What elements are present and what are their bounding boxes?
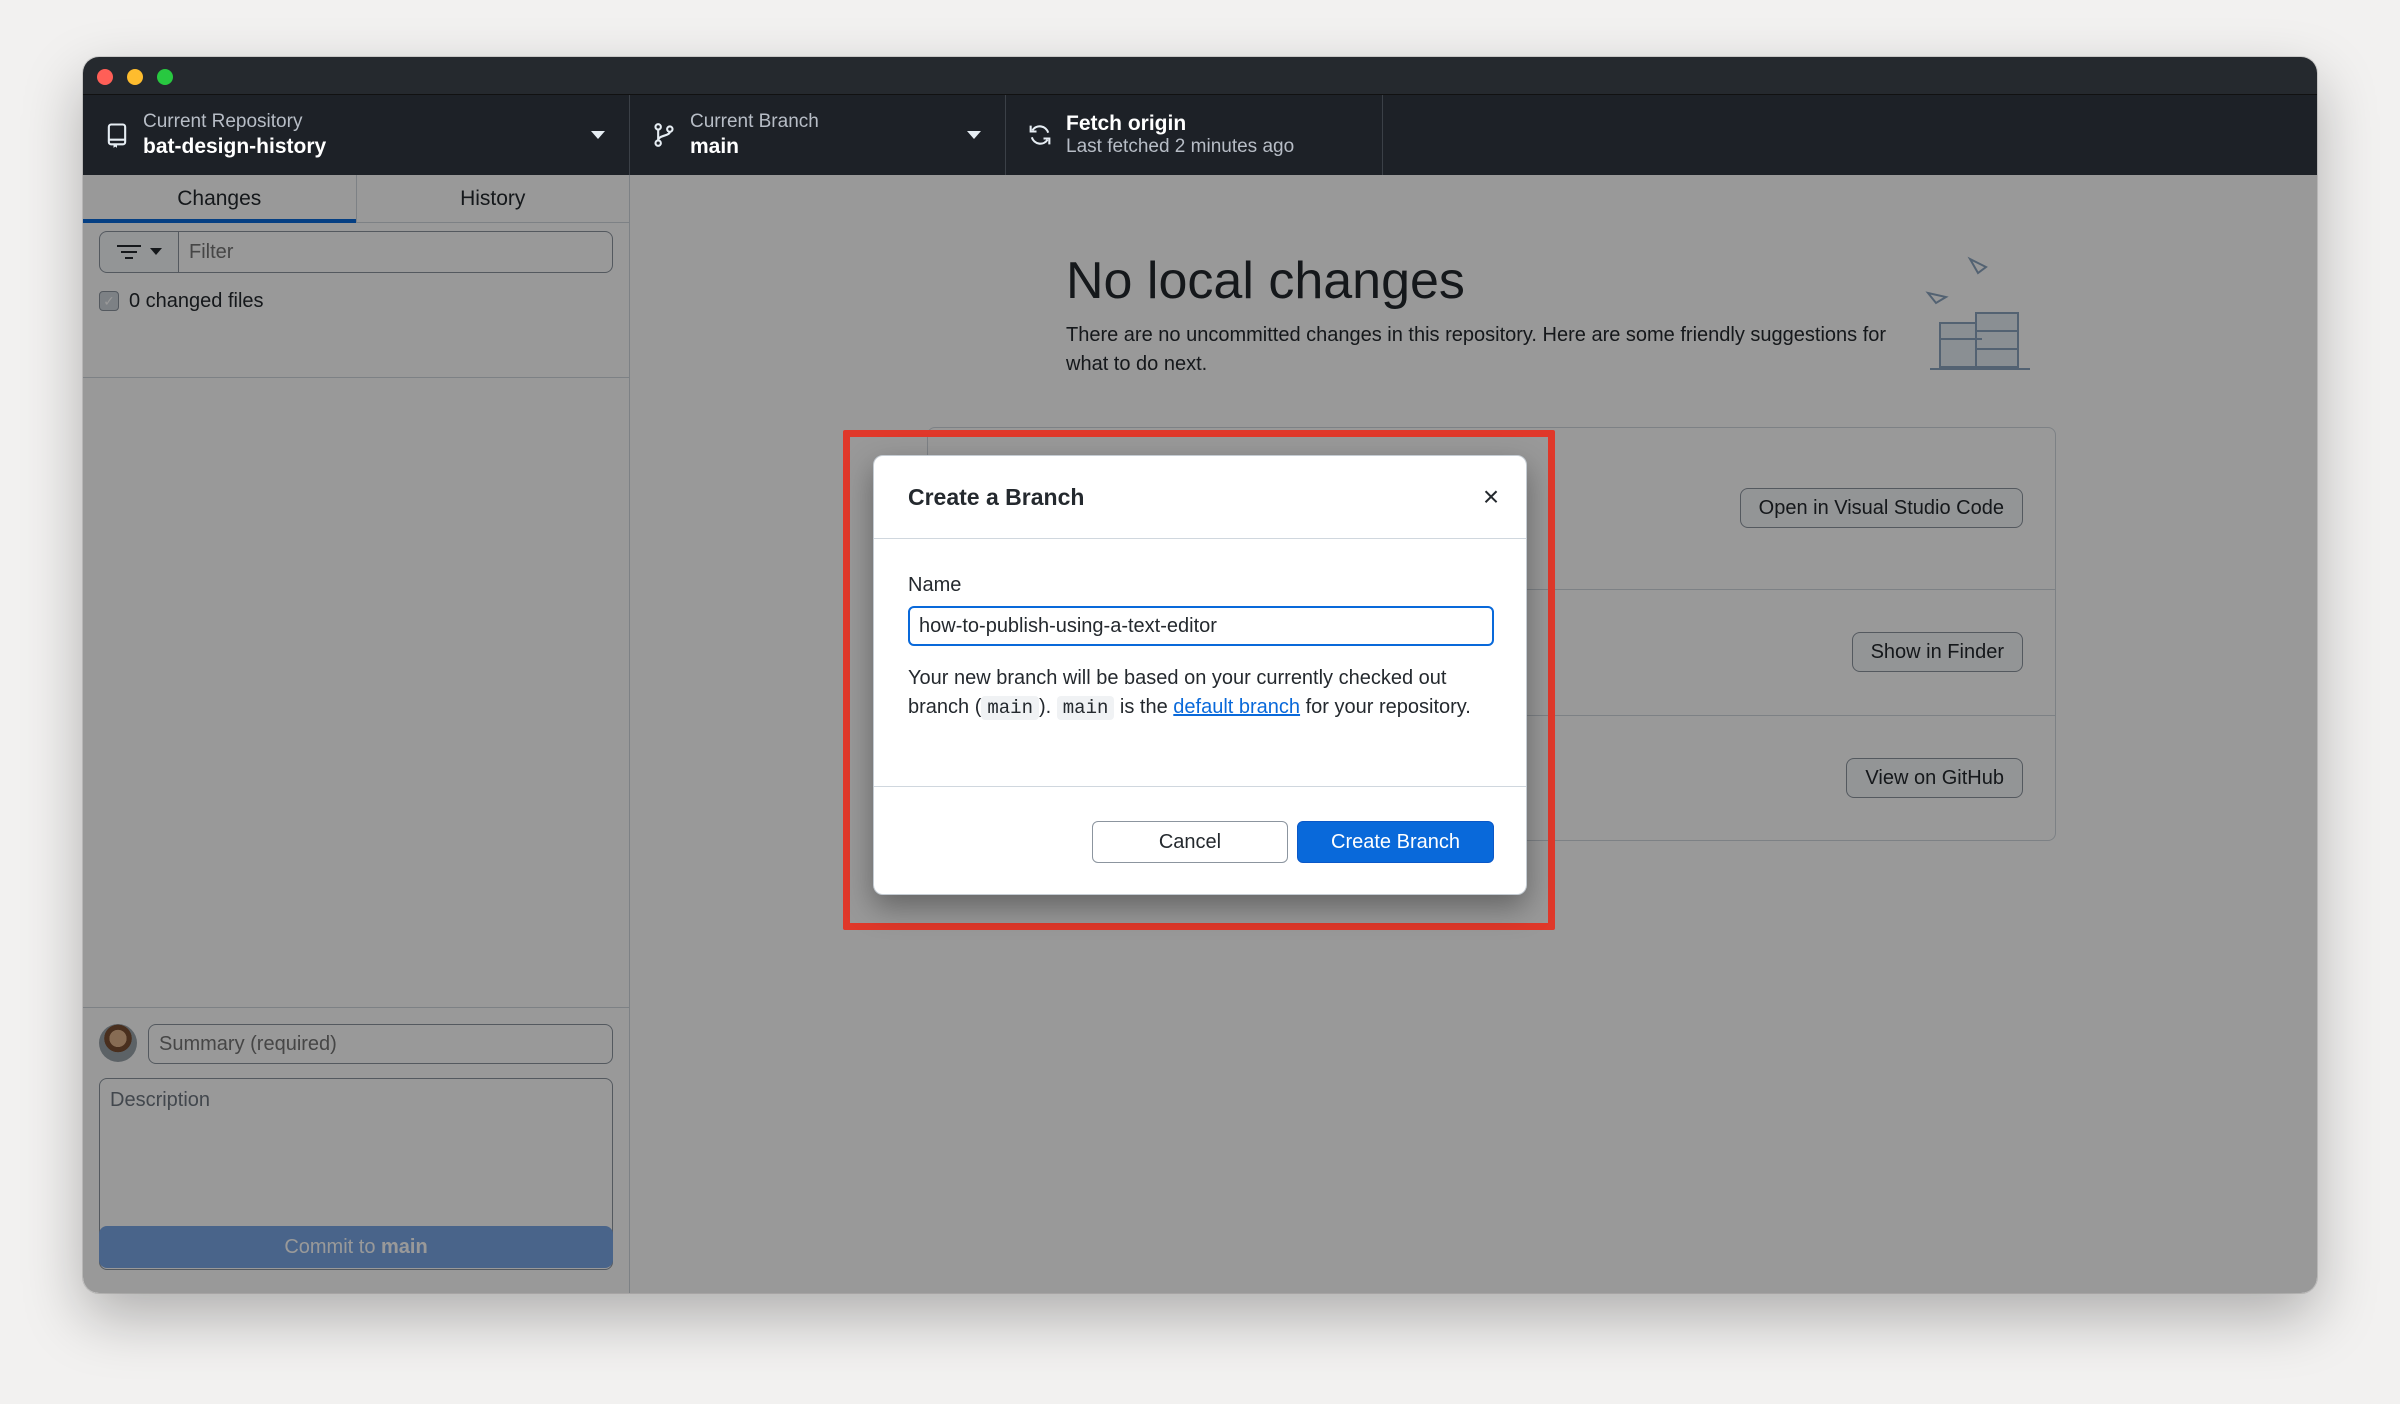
zoom-window-button[interactable] bbox=[157, 69, 173, 85]
current-branch-button[interactable]: Current Branch main bbox=[630, 95, 1006, 175]
current-branch-label: Current Branch bbox=[690, 111, 819, 132]
fetch-origin-button[interactable]: Fetch origin Last fetched 2 minutes ago bbox=[1006, 95, 1383, 175]
current-branch-value: main bbox=[690, 134, 740, 158]
chevron-down-icon bbox=[967, 131, 981, 139]
create-branch-dialog: Create a Branch × Name Your new branch w… bbox=[873, 455, 1527, 895]
repo-icon bbox=[107, 123, 127, 148]
close-window-button[interactable] bbox=[97, 69, 113, 85]
fetch-origin-label: Fetch origin bbox=[1066, 112, 1187, 135]
dialog-header: Create a Branch × bbox=[874, 456, 1526, 539]
dialog-title: Create a Branch bbox=[908, 484, 1085, 510]
branch-icon bbox=[654, 123, 674, 147]
sync-icon bbox=[1029, 125, 1051, 145]
cancel-button[interactable]: Cancel bbox=[1092, 821, 1288, 863]
name-label: Name bbox=[908, 574, 962, 596]
last-fetched-text: Last fetched 2 minutes ago bbox=[1066, 136, 1295, 158]
create-branch-button[interactable]: Create Branch bbox=[1297, 821, 1494, 863]
chevron-down-icon bbox=[591, 131, 605, 139]
dialog-footer: Cancel Create Branch bbox=[874, 786, 1526, 896]
close-icon[interactable]: × bbox=[1474, 480, 1508, 514]
default-branch-link[interactable]: default branch bbox=[1173, 696, 1300, 718]
help-text-part: is the bbox=[1114, 696, 1174, 718]
current-repository-label: Current Repository bbox=[143, 111, 303, 132]
current-repository-button[interactable]: Current Repository bat-design-history bbox=[83, 95, 630, 175]
current-repository-value: bat-design-history bbox=[143, 134, 327, 158]
base-branch-code: main bbox=[981, 696, 1039, 720]
help-text-part: for your repository. bbox=[1300, 696, 1471, 718]
default-branch-code: main bbox=[1056, 696, 1115, 720]
branch-help-text: Your new branch will be based on your cu… bbox=[908, 664, 1494, 723]
branch-name-input[interactable] bbox=[908, 606, 1494, 646]
minimize-window-button[interactable] bbox=[127, 69, 143, 85]
toolbar: Current Repository bat-design-history Cu… bbox=[83, 95, 2317, 175]
help-text-part: ). bbox=[1038, 696, 1057, 718]
title-bar bbox=[83, 57, 2317, 95]
